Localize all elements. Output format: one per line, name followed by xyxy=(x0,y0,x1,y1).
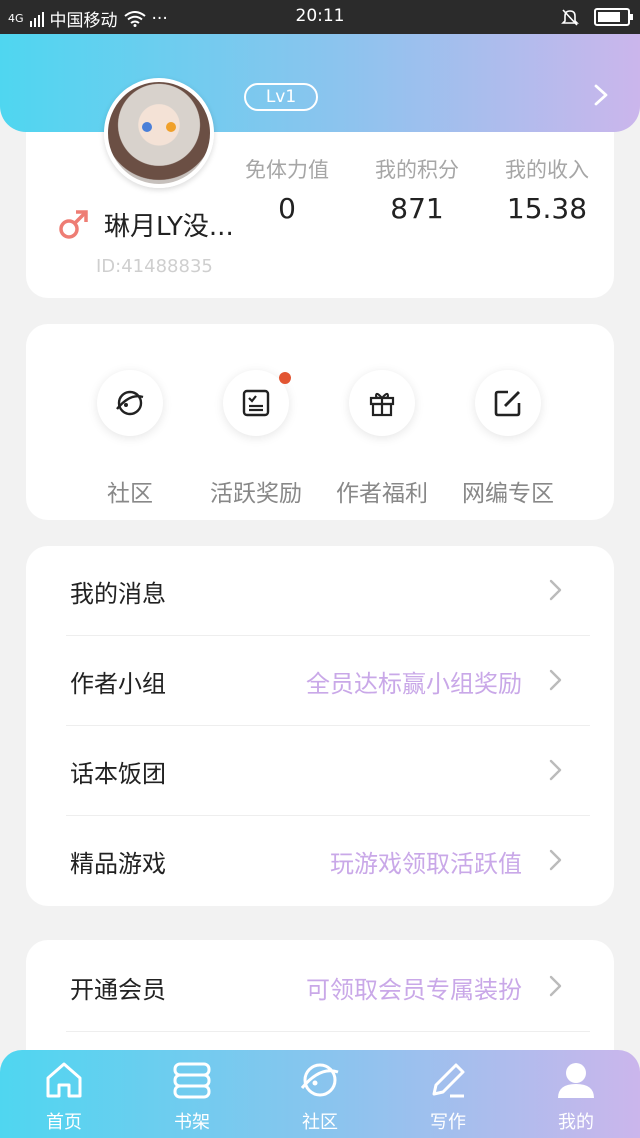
nav-label: 书架 xyxy=(174,1112,210,1133)
action-label: 社区 xyxy=(107,481,153,507)
chevron-right-icon xyxy=(549,759,562,781)
avatar-eye xyxy=(166,122,176,132)
notification-dot xyxy=(279,372,291,384)
menu-hint: 全员达标赢小组奖励 xyxy=(306,670,522,698)
status-time: 20:11 xyxy=(295,6,345,26)
stat-label: 免体力值 xyxy=(245,158,329,182)
edit-icon xyxy=(494,390,521,417)
menu-card-main: 我的消息 作者小组 全员达标赢小组奖励 话本饭团 精品游戏 玩游戏领取活跃值 xyxy=(26,546,614,906)
chevron-right-icon xyxy=(549,579,562,601)
status-bar: 4G 中国移动 ··· 20:11 xyxy=(0,0,640,34)
status-right xyxy=(560,7,633,27)
stat-value: 871 xyxy=(390,192,444,225)
chevron-right-icon xyxy=(549,669,562,691)
nav-label: 我的 xyxy=(558,1112,594,1133)
action-label: 网编专区 xyxy=(462,481,554,507)
action-author-benefits[interactable]: 作者福利 xyxy=(322,370,442,508)
battery-level xyxy=(598,12,620,22)
stat-value: 0 xyxy=(278,192,296,225)
chevron-right-icon xyxy=(549,849,562,871)
nav-mine[interactable]: 我的 xyxy=(526,1058,626,1134)
menu-label: 开通会员 xyxy=(70,976,166,1004)
stat-label: 我的积分 xyxy=(375,158,459,182)
nav-community[interactable]: 社区 xyxy=(270,1058,370,1134)
profile-detail-button[interactable] xyxy=(592,84,610,106)
bookshelf-icon xyxy=(173,1062,211,1099)
action-icon-circle xyxy=(349,370,415,436)
nav-write[interactable]: 写作 xyxy=(398,1058,498,1134)
planet-icon xyxy=(300,1063,339,1097)
menu-item-messages[interactable]: 我的消息 xyxy=(26,546,614,636)
menu-label: 话本饭团 xyxy=(70,760,166,788)
nav-bookshelf[interactable]: 书架 xyxy=(142,1058,242,1134)
chevron-right-icon xyxy=(594,84,608,106)
action-active-rewards[interactable]: 活跃奖励 xyxy=(196,370,316,508)
user-icon xyxy=(558,1063,594,1098)
action-editor-zone[interactable]: 网编专区 xyxy=(448,370,568,508)
nav-label: 首页 xyxy=(46,1112,82,1133)
stat-value: 15.38 xyxy=(506,192,588,225)
home-icon xyxy=(46,1062,82,1098)
avatar-eye xyxy=(142,122,152,132)
battery-icon xyxy=(594,8,633,26)
gender-male-icon xyxy=(59,210,88,239)
nav-label: 写作 xyxy=(430,1112,466,1133)
stat-label: 我的收入 xyxy=(505,158,589,182)
action-icon-circle xyxy=(97,370,163,436)
menu-label: 精品游戏 xyxy=(70,850,166,878)
menu-item-author-group[interactable]: 作者小组 全员达标赢小组奖励 xyxy=(26,636,614,726)
level-badge[interactable]: Lv1 xyxy=(244,83,318,111)
menu-label: 我的消息 xyxy=(70,580,166,608)
menu-item-membership[interactable]: 开通会员 可领取会员专属装扮 xyxy=(26,942,614,1032)
divider xyxy=(66,1031,590,1032)
nav-home[interactable]: 首页 xyxy=(14,1058,114,1134)
avatar[interactable] xyxy=(104,78,214,188)
gift-icon xyxy=(369,392,395,417)
action-icon-circle xyxy=(475,370,541,436)
quick-actions-card: 社区 活跃奖励 作者福利 网编专区 xyxy=(26,324,614,520)
menu-hint: 可领取会员专属装扮 xyxy=(306,976,522,1004)
nav-label: 社区 xyxy=(302,1112,338,1133)
action-label: 活跃奖励 xyxy=(210,481,302,507)
stat-income[interactable]: 我的收入 15.38 xyxy=(482,154,612,225)
chevron-right-icon xyxy=(549,975,562,997)
username[interactable]: 琳月LY没... xyxy=(104,206,234,243)
mute-bell-icon xyxy=(561,9,579,26)
checklist-icon xyxy=(242,389,270,417)
menu-item-fan-group[interactable]: 话本饭团 xyxy=(26,726,614,816)
action-community[interactable]: 社区 xyxy=(70,370,190,508)
pen-icon xyxy=(432,1063,465,1098)
menu-label: 作者小组 xyxy=(70,670,166,698)
menu-item-games[interactable]: 精品游戏 玩游戏领取活跃值 xyxy=(26,816,614,906)
bottom-nav: 首页 书架 社区 写作 我的 xyxy=(0,1050,640,1138)
user-id: ID:41488835 xyxy=(96,256,213,277)
planet-icon xyxy=(116,390,144,416)
action-icon-circle xyxy=(223,370,291,436)
stat-stamina[interactable]: 免体力值 0 xyxy=(222,154,352,225)
stat-points[interactable]: 我的积分 871 xyxy=(352,154,482,225)
action-label: 作者福利 xyxy=(336,481,428,507)
menu-hint: 玩游戏领取活跃值 xyxy=(330,850,522,878)
